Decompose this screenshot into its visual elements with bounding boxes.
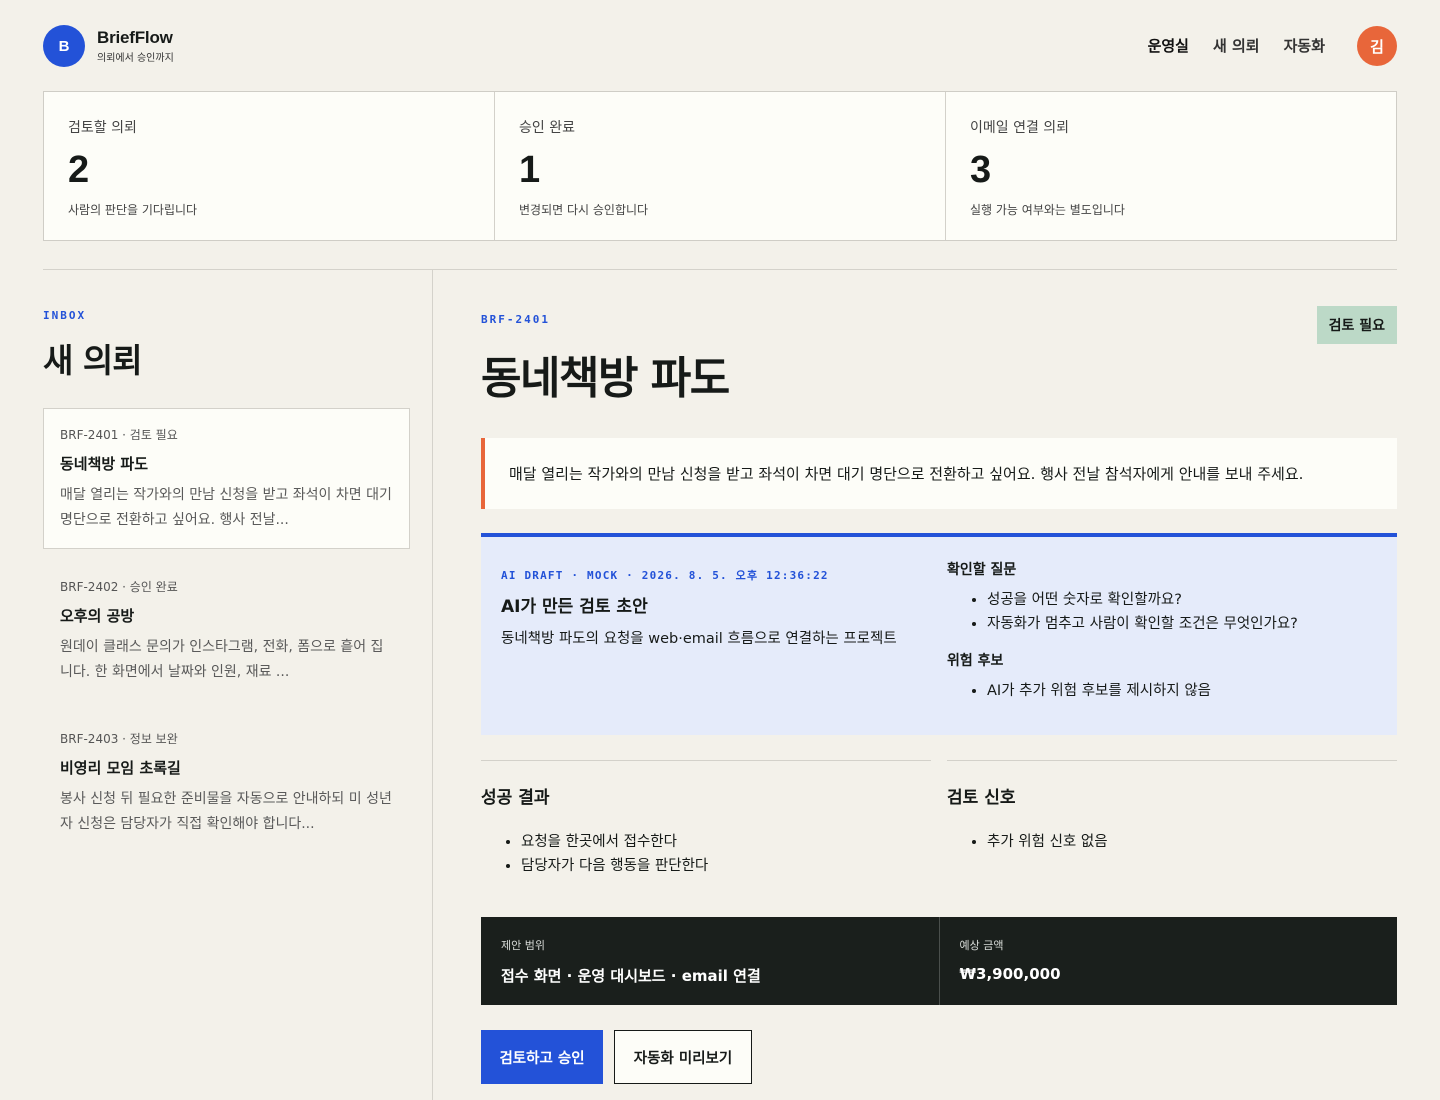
user-avatar[interactable]: 김 (1357, 26, 1397, 66)
scope-cell: 제안 범위 접수 화면 · 운영 대시보드 · email 연결 (481, 917, 940, 1005)
brand-name: BriefFlow (97, 28, 173, 47)
inbox-list: BRF-2401 · 검토 필요 동네책방 파도 매달 열리는 작가와의 만남 … (43, 408, 410, 864)
inbox-item-brf-2401[interactable]: BRF-2401 · 검토 필요 동네책방 파도 매달 열리는 작가와의 만남 … (43, 408, 410, 549)
scope-label: 제안 범위 (501, 939, 545, 952)
stat-note: 사람의 판단을 기다립니다 (68, 203, 198, 217)
inbox-eyebrow: INBOX (43, 309, 87, 322)
stat-note: 변경되면 다시 승인합니다 (519, 203, 649, 217)
estimate-cell: 예상 금액 ₩3,900,000 (940, 917, 1398, 1005)
item-title: 비영리 모임 초록길 (60, 759, 181, 777)
draft-title: AI가 만든 검토 초안 (501, 597, 648, 617)
draft-eyebrow: AI DRAFT · MOCK · 2026. 8. 5. 오후 12:36:2… (501, 569, 829, 582)
review-signals: 검토 신호 추가 위험 신호 없음 (947, 760, 1397, 854)
inbox-title: 새 의뢰 (43, 341, 143, 380)
item-desc: 원데이 클래스 문의가 인스타그램, 전화, 폼으로 흩어 집니다. 한 화면에… (60, 639, 384, 680)
nav-automation[interactable]: 자동화 (1284, 35, 1325, 56)
request-quote: 매달 열리는 작가와의 만남 신청을 받고 좌석이 차면 대기 명단으로 전환하… (481, 438, 1397, 509)
stat-email-linked: 이메일 연결 의뢰 3 실행 가능 여부와는 별도입니다 (946, 92, 1396, 240)
stat-label: 이메일 연결 의뢰 (970, 120, 1070, 136)
nav-new-request[interactable]: 새 의뢰 (1213, 35, 1260, 56)
item-meta: BRF-2403 · 정보 보완 (60, 732, 178, 746)
risks-list: AI가 추가 위험 후보를 제시하지 않음 (987, 679, 1387, 703)
questions-list: 성공을 어떤 숫자로 확인할까요? 자동화가 멈추고 사람이 확인할 조건은 무… (987, 588, 1387, 636)
inbox-item-brf-2402[interactable]: BRF-2402 · 승인 완료 오후의 공방 원데이 클래스 문의가 인스타그… (43, 560, 410, 701)
list-item: 추가 위험 신호 없음 (987, 830, 1397, 854)
main-nav: 운영실 새 의뢰 자동화 (1148, 35, 1325, 56)
item-meta: BRF-2402 · 승인 완료 (60, 580, 178, 594)
stat-note: 실행 가능 여부와는 별도입니다 (970, 203, 1125, 217)
section-divider (43, 269, 1397, 270)
list-item: 담당자가 다음 행동을 판단한다 (521, 854, 931, 878)
stats-panel: 검토할 의뢰 2 사람의 판단을 기다립니다 승인 완료 1 변경되면 다시 승… (43, 91, 1397, 241)
stat-value: 3 (970, 149, 992, 191)
item-title: 동네책방 파도 (60, 455, 149, 473)
review-approve-button[interactable]: 검토하고 승인 (481, 1030, 603, 1084)
brand-logo[interactable]: B (43, 25, 85, 67)
risks-heading: 위험 후보 (947, 653, 1004, 669)
stat-label: 승인 완료 (519, 120, 575, 136)
item-desc: 봉사 신청 뒤 필요한 준비물을 자동으로 안내하되 미 성년자 신청은 담당자… (60, 791, 392, 832)
automation-preview-button[interactable]: 자동화 미리보기 (614, 1030, 752, 1084)
action-buttons: 검토하고 승인 자동화 미리보기 (481, 1030, 752, 1084)
stat-value: 2 (68, 149, 90, 191)
list-item: AI가 추가 위험 후보를 제시하지 않음 (987, 679, 1387, 703)
criteria-section: 성공 결과 요청을 한곳에서 접수한다 담당자가 다음 행동을 판단한다 검토 … (481, 760, 1397, 880)
questions-heading: 확인할 질문 (947, 562, 1017, 578)
stat-label: 검토할 의뢰 (68, 120, 137, 136)
app-header: B BriefFlow 의뢰에서 승인까지 운영실 새 의뢰 자동화 김 (43, 25, 1397, 67)
list-item: 요청을 한곳에서 접수한다 (521, 830, 931, 854)
status-badge: 검토 필요 (1316, 306, 1397, 344)
estimate-label: 예상 금액 (959, 939, 1004, 952)
item-title: 오후의 공방 (60, 607, 135, 625)
list-item: 성공을 어떤 숫자로 확인할까요? (987, 588, 1387, 612)
request-id: BRF-2401 (481, 313, 550, 326)
request-title: 동네책방 파도 (481, 353, 730, 404)
stat-approved: 승인 완료 1 변경되면 다시 승인합니다 (495, 92, 946, 240)
item-meta: BRF-2401 · 검토 필요 (60, 428, 178, 442)
signals-heading: 검토 신호 (947, 788, 1016, 808)
success-list: 요청을 한곳에서 접수한다 담당자가 다음 행동을 판단한다 (521, 830, 931, 878)
signals-list: 추가 위험 신호 없음 (987, 830, 1397, 854)
scope-value: 접수 화면 · 운영 대시보드 · email 연결 (501, 967, 761, 985)
item-desc: 매달 열리는 작가와의 만남 신청을 받고 좌석이 차면 대기 명단으로 전환하… (60, 487, 392, 528)
draft-questions-risks: 확인할 질문 성공을 어떤 숫자로 확인할까요? 자동화가 멈추고 사람이 확인… (947, 559, 1387, 703)
draft-summary: 동네책방 파도의 요청을 web·email 흐름으로 연결하는 프로젝트 (501, 631, 897, 647)
column-divider (432, 270, 433, 1100)
success-heading: 성공 결과 (481, 788, 550, 808)
list-item: 자동화가 멈추고 사람이 확인할 조건은 무엇인가요? (987, 612, 1387, 636)
ai-draft-panel: AI DRAFT · MOCK · 2026. 8. 5. 오후 12:36:2… (481, 533, 1397, 735)
success-results: 성공 결과 요청을 한곳에서 접수한다 담당자가 다음 행동을 판단한다 (481, 760, 931, 878)
brand-tagline: 의뢰에서 승인까지 (97, 53, 174, 64)
proposal-summary-bar: 제안 범위 접수 화면 · 운영 대시보드 · email 연결 예상 금액 ₩… (481, 917, 1397, 1005)
stat-pending-review: 검토할 의뢰 2 사람의 판단을 기다립니다 (44, 92, 495, 240)
stat-value: 1 (519, 149, 541, 191)
estimate-value: ₩3,900,000 (959, 965, 1061, 983)
inbox-item-brf-2403[interactable]: BRF-2403 · 정보 보완 비영리 모임 초록길 봉사 신청 뒤 필요한 … (43, 712, 410, 853)
nav-operations[interactable]: 운영실 (1148, 35, 1189, 56)
